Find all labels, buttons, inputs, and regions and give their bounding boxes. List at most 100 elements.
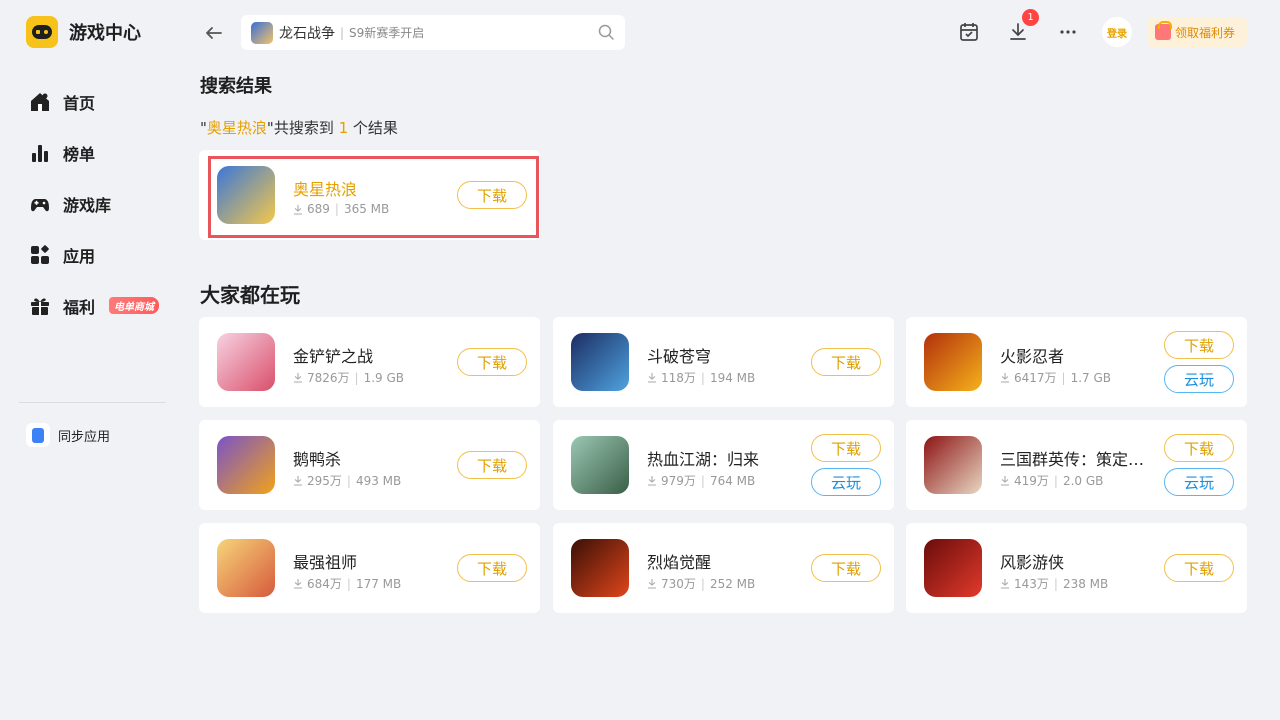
cloud-play-button[interactable]: 云玩 [811, 468, 881, 496]
game-name: 火影忍者 [1000, 347, 1065, 366]
game-icon [217, 539, 275, 597]
file-size: 238 MB [1062, 576, 1109, 591]
download-count: 6417万 [1014, 371, 1057, 385]
back-arrow-icon[interactable] [200, 20, 226, 46]
game-name: 最强祖师 [293, 553, 358, 572]
download-count: 118万 [661, 371, 696, 385]
game-icon [924, 539, 982, 597]
game-name: 斗破苍穹 [647, 347, 712, 366]
download-button[interactable]: 下载 [1164, 434, 1234, 462]
game-card[interactable]: 风影游侠 143万 | 238 MB 下载 [906, 523, 1247, 613]
game-name: 三国群英传：策定九州 [1000, 450, 1150, 469]
download-button[interactable]: 下载 [811, 348, 881, 376]
game-card[interactable]: 热血江湖：归来 979万 | 764 MB 下载云玩 [553, 420, 894, 510]
game-card[interactable]: 最强祖师 684万 | 177 MB 下载 [199, 523, 540, 613]
download-count: 143万 [1014, 577, 1049, 591]
game-icon [217, 436, 275, 494]
download-count: 7826万 [307, 371, 350, 385]
game-icon [924, 333, 982, 391]
download-count-icon [1001, 373, 1009, 383]
download-button[interactable]: 下载 [457, 348, 527, 376]
claim-coupon-button[interactable]: 领取福利券 [1147, 17, 1247, 47]
gamepad-logo-icon [26, 16, 58, 48]
meta-separator: | [1053, 576, 1058, 591]
search-separator: | [340, 25, 345, 40]
download-count-icon [648, 476, 656, 486]
game-card[interactable]: 三国群英传：策定九州 419万 | 2.0 GB 下载 云玩 [906, 420, 1247, 510]
quote-close: " [266, 119, 274, 137]
game-meta: 419万 | 2.0 GB [1000, 472, 1103, 489]
sidebar-item-rank[interactable]: 榜单 [28, 127, 159, 178]
search-input[interactable]: 龙石战争 | S9新赛季开启 [241, 15, 625, 50]
meta-separator: | [1053, 473, 1058, 488]
file-size: 2.0 GB [1062, 473, 1104, 488]
game-card[interactable]: 烈焰觉醒 730万 | 252 MB 下载 [553, 523, 894, 613]
download-count-icon [294, 373, 302, 383]
game-meta: 295万 | 493 MB [293, 472, 401, 489]
game-card[interactable]: 金铲铲之战 7826万 | 1.9 GB 下载 [199, 317, 540, 407]
calendar-icon[interactable] [957, 20, 981, 44]
sidebar-item-label: 福利 [63, 297, 96, 317]
result-count: 1 [338, 119, 349, 137]
quote-open: " [200, 119, 207, 137]
coupon-label: 领取福利券 [1175, 25, 1236, 40]
download-count-icon [648, 373, 656, 383]
sidebar-item-label: 游戏库 [63, 195, 112, 215]
game-card[interactable]: 斗破苍穹 118万 | 194 MB 下载 [553, 317, 894, 407]
download-button[interactable]: 下载 [811, 554, 881, 582]
cloud-play-button[interactable]: 云玩 [1164, 365, 1234, 393]
sidebar-item-welfare[interactable]: 福利 电单商城 [28, 280, 160, 331]
meta-separator: | [700, 576, 705, 591]
download-button[interactable]: 下载 [1164, 331, 1234, 359]
file-size: 177 MB [355, 576, 402, 591]
sidebar-item-home[interactable]: 首页 [28, 76, 159, 127]
download-count-icon [1001, 579, 1009, 589]
sidebar-item-apps[interactable]: 应用 [28, 229, 159, 280]
search-icon[interactable] [598, 24, 615, 41]
rank-icon [32, 144, 48, 162]
search-game-name: 龙石战争 [279, 25, 335, 42]
search-subtitle: S9新赛季开启 [349, 26, 425, 40]
game-name: 烈焰觉醒 [647, 553, 712, 572]
sidebar-item-library[interactable]: 游戏库 [28, 178, 159, 229]
game-icon [571, 436, 629, 494]
game-icon [924, 436, 982, 494]
download-button[interactable]: 下载 [811, 434, 881, 462]
download-count: 979万 [661, 474, 696, 488]
sidebar-divider [19, 402, 166, 403]
gift-bag-icon [1155, 21, 1172, 40]
login-button[interactable]: 登录 [1102, 17, 1132, 47]
file-size: 1.7 GB [1070, 370, 1112, 385]
game-meta: 6417万 | 1.7 GB [1000, 369, 1111, 386]
meta-separator: | [1061, 370, 1066, 385]
sync-label: 同步应用 [58, 429, 111, 445]
file-size: 194 MB [709, 370, 756, 385]
result-summary: "奥星热浪"共搜索到 1 个结果 [200, 117, 398, 138]
download-count: 684万 [307, 577, 342, 591]
sidebar-item-label: 应用 [63, 246, 96, 266]
game-card[interactable]: 火影忍者 6417万 | 1.7 GB 下载云玩 [906, 317, 1247, 407]
cloud-play-button[interactable]: 云玩 [1164, 468, 1234, 496]
sidebar-nav: 首页 榜单 游戏库 应用 福利 电单商城 [28, 76, 160, 331]
highlight-box [208, 156, 539, 238]
file-size: 764 MB [709, 473, 756, 488]
game-card[interactable]: 鹅鸭杀 295万 | 493 MB 下载 [199, 420, 540, 510]
more-icon[interactable] [1056, 20, 1080, 44]
download-button[interactable]: 下载 [1164, 554, 1234, 582]
download-count-icon [294, 579, 302, 589]
download-button[interactable]: 下载 [457, 451, 527, 479]
gift-icon [31, 297, 49, 315]
meta-separator: | [700, 370, 705, 385]
game-icon [217, 333, 275, 391]
download-count: 730万 [661, 577, 696, 591]
game-meta: 979万 | 764 MB [647, 472, 755, 489]
download-count-icon [294, 476, 302, 486]
sync-apps-button[interactable]: 同步应用 [26, 423, 110, 447]
game-name: 金铲铲之战 [293, 347, 374, 366]
game-name: 热血江湖：归来 [647, 450, 760, 469]
file-size: 493 MB [355, 473, 402, 488]
sync-icon [26, 423, 50, 447]
download-button[interactable]: 下载 [457, 554, 527, 582]
sidebar-item-label: 首页 [63, 93, 96, 113]
result-text: 共搜索到 [273, 119, 339, 137]
